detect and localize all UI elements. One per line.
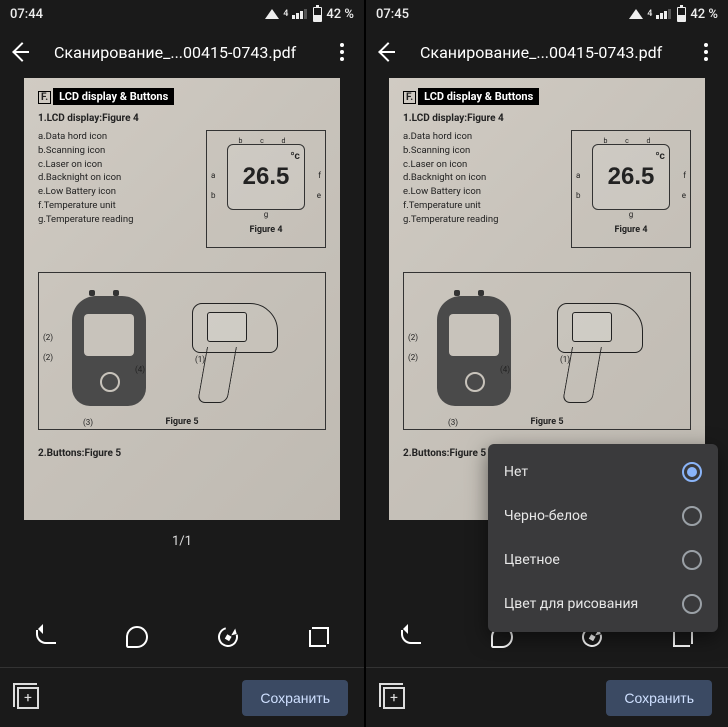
section-header: LCD display & Buttons bbox=[418, 88, 539, 105]
document-area[interactable]: F.LCD display & Buttons 1.LCD display:Fi… bbox=[366, 76, 728, 607]
undo-button[interactable] bbox=[28, 619, 64, 655]
line-1: 1.LCD display:Figure 4 bbox=[403, 113, 691, 124]
file-title: Сканирование_...00415-0743.pdf bbox=[420, 43, 674, 62]
color-option-bw[interactable]: Черно-белое bbox=[488, 494, 718, 538]
lcd-figure: b c d ab fe 26.5 °c g Figure 4 bbox=[571, 130, 691, 248]
save-button[interactable]: Сохранить bbox=[606, 680, 712, 716]
fig5-label: Figure 5 bbox=[166, 417, 199, 427]
device-side bbox=[557, 303, 667, 399]
device-front bbox=[437, 296, 511, 406]
more-button[interactable] bbox=[694, 40, 718, 64]
add-page-icon bbox=[17, 687, 39, 709]
radio-icon bbox=[682, 462, 702, 482]
lcd-figure: b c d ab fe 26.5 °c g Figure 4 bbox=[206, 130, 326, 248]
device-front bbox=[72, 296, 146, 406]
figure-5: (2) (2) (3) (4) (1) Figure 5 bbox=[38, 272, 326, 430]
device-side bbox=[192, 303, 302, 399]
legend: a.Data hord icon b.Scanning icon c.Laser… bbox=[38, 130, 196, 248]
radio-icon bbox=[682, 506, 702, 526]
lcd-screen: 26.5 °c bbox=[592, 144, 670, 210]
undo-button[interactable] bbox=[393, 619, 429, 655]
bottom-bar: Сохранить bbox=[366, 667, 728, 727]
buttons-line: 2.Buttons:Figure 5 bbox=[38, 448, 326, 459]
radio-icon bbox=[682, 550, 702, 570]
status-right: 4 42 % bbox=[629, 7, 718, 22]
file-title: Сканирование_...00415-0743.pdf bbox=[54, 43, 310, 62]
status-bar: 07:44 4 42 % bbox=[0, 0, 364, 28]
battery-pct: 42 % bbox=[690, 7, 718, 22]
color-option-none[interactable]: Нет bbox=[488, 450, 718, 494]
add-page-button[interactable] bbox=[382, 686, 406, 710]
pane-left: 07:44 4 42 % Сканирование_...00415-0743.… bbox=[0, 0, 364, 727]
more-button[interactable] bbox=[330, 40, 354, 64]
document-area[interactable]: F.LCD display & Buttons 1.LCD display:Fi… bbox=[0, 76, 364, 607]
add-page-icon bbox=[383, 687, 405, 709]
crop-icon bbox=[309, 627, 329, 647]
wifi-icon bbox=[629, 9, 643, 19]
lcd-screen: 26.5 °c bbox=[227, 144, 305, 210]
fig5-label: Figure 5 bbox=[531, 417, 564, 427]
palette-icon bbox=[126, 626, 148, 648]
page-counter: 1/1 bbox=[172, 534, 192, 549]
app-bar: Сканирование_...00415-0743.pdf bbox=[366, 28, 728, 76]
header-prefix: F. bbox=[38, 91, 51, 104]
battery-icon bbox=[677, 7, 686, 22]
fig4-label: Figure 4 bbox=[615, 225, 648, 235]
signal-icon bbox=[656, 9, 671, 19]
crop-button[interactable] bbox=[301, 619, 337, 655]
signal-sub: 4 bbox=[283, 9, 288, 19]
color-option-drawing[interactable]: Цвет для рисования bbox=[488, 582, 718, 626]
battery-pct: 42 % bbox=[326, 7, 354, 22]
status-time: 07:44 bbox=[10, 7, 43, 22]
legend: a.Data hord icon b.Scanning icon c.Laser… bbox=[403, 130, 561, 248]
bottom-bar: Сохранить bbox=[0, 667, 364, 727]
figure-5: (2) (2) (3) (4) (1) Figure 5 bbox=[403, 272, 691, 430]
color-menu: Нет Черно-белое Цветное Цвет для рисован… bbox=[488, 444, 718, 632]
save-button[interactable]: Сохранить bbox=[242, 680, 348, 716]
section-header: LCD display & Buttons bbox=[53, 88, 174, 105]
status-time: 07:45 bbox=[376, 7, 409, 22]
edit-toolbar bbox=[0, 607, 364, 667]
pane-right: 07:45 4 42 % Сканирование_...00415-0743.… bbox=[364, 0, 728, 727]
back-button[interactable] bbox=[10, 40, 34, 64]
wifi-icon bbox=[265, 9, 279, 19]
rotate-icon bbox=[214, 623, 241, 650]
back-button[interactable] bbox=[376, 40, 400, 64]
fig4-label: Figure 4 bbox=[250, 225, 283, 235]
color-option-color[interactable]: Цветное bbox=[488, 538, 718, 582]
line-1: 1.LCD display:Figure 4 bbox=[38, 113, 326, 124]
app-bar: Сканирование_...00415-0743.pdf bbox=[0, 28, 364, 76]
signal-icon bbox=[292, 9, 307, 19]
battery-icon bbox=[313, 7, 322, 22]
undo-icon bbox=[401, 630, 421, 644]
scanned-page: F.LCD display & Buttons 1.LCD display:Fi… bbox=[24, 78, 340, 520]
add-page-button[interactable] bbox=[16, 686, 40, 710]
more-icon bbox=[340, 43, 344, 61]
signal-sub: 4 bbox=[647, 9, 652, 19]
status-right: 4 42 % bbox=[265, 7, 354, 22]
undo-icon bbox=[36, 630, 56, 644]
radio-icon bbox=[682, 594, 702, 614]
rotate-button[interactable] bbox=[210, 619, 246, 655]
more-icon bbox=[704, 43, 708, 61]
status-bar: 07:45 4 42 % bbox=[366, 0, 728, 28]
header-prefix: F. bbox=[403, 91, 416, 104]
palette-button[interactable] bbox=[119, 619, 155, 655]
